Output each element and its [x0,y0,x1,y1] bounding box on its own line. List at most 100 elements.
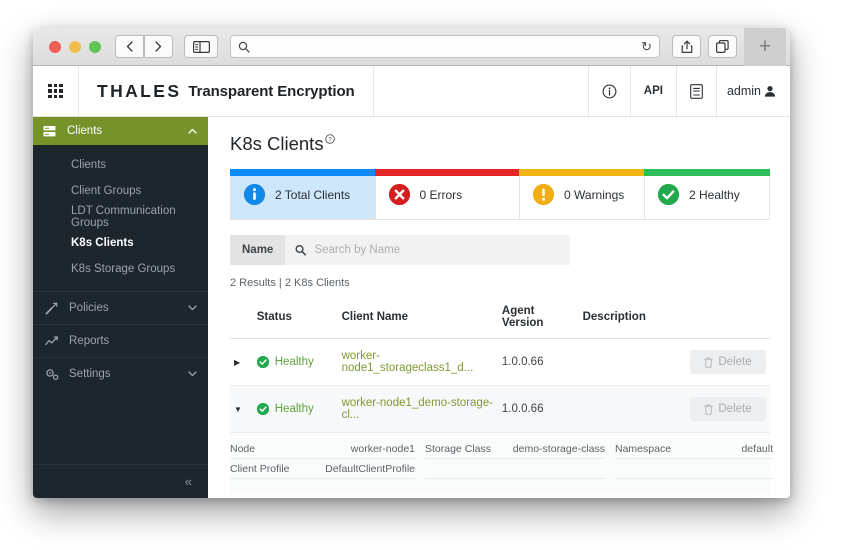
app-switcher-button[interactable] [33,66,79,116]
row-expand-toggle[interactable]: ▼ [230,385,253,433]
sidebar-item-clients[interactable]: Clients [33,152,208,178]
search-input[interactable] [314,244,560,256]
sidebar-section-label: Clients [67,125,103,137]
table-row[interactable]: ▶ Healthy worker-node1_storageclass1_d..… [230,338,770,386]
info-button[interactable] [589,66,631,116]
delete-button[interactable]: Delete [690,350,766,374]
delete-button-label: Delete [718,403,752,415]
maximize-window-button[interactable] [89,40,101,53]
documentation-button[interactable] [677,66,717,116]
sidebar-item-settings[interactable]: Settings [33,357,208,390]
results-count: 2 Results | 2 K8s Clients [230,277,350,289]
page-title: K8s Clients ? [230,133,770,155]
detail-node-value: worker-node1 [350,442,415,455]
policy-icon [45,302,65,315]
brand-logo: THALES Transparent Encryption [79,66,374,116]
info-icon [602,84,617,98]
address-bar[interactable]: ↻ [230,35,660,58]
chevron-up-icon [188,128,197,134]
app-body: Clients Clients Client Groups LDT Commun… [33,117,790,498]
brand-product-name: Transparent Encryption [188,82,355,100]
detail-blank-cell [615,459,773,479]
delete-button-label: Delete [718,356,752,368]
sidebar-item-ldt-communication-groups[interactable]: LDT Communication Groups [33,204,208,230]
healthy-status-icon [256,403,269,415]
status-card-total-clients[interactable]: 2 Total Clients [230,169,376,220]
detail-storage-class-key: Storage Class [425,442,491,455]
chevron-right-icon: ▶ [234,358,241,367]
chevron-left-icon [126,41,133,52]
minimize-window-button[interactable] [69,40,81,53]
svg-text:?: ? [328,136,332,143]
toolbar-right-actions: + [672,28,786,66]
column-description[interactable]: Description [578,298,677,339]
status-cards: 2 Total Clients 0 Errors 0 Warnings 2 He… [230,169,770,220]
sidebar-collapse-button[interactable]: « [33,464,208,498]
share-button[interactable] [672,35,701,58]
table-body: ▶ Healthy worker-node1_storageclass1_d..… [230,338,770,433]
column-agent-version[interactable]: Agent Version [497,298,579,339]
search-bar: Name [230,235,570,265]
user-menu-button[interactable]: admin [717,66,790,116]
close-window-button[interactable] [49,40,61,53]
app-grid-icon [48,83,63,99]
error-badge-icon [388,184,410,205]
card-accent-bar [230,169,376,176]
back-button[interactable] [115,35,144,58]
detail-line-2: Client Profile DefaultClientProfile [230,459,773,479]
chevron-down-icon: ▼ [234,405,242,414]
status-card-warnings[interactable]: 0 Warnings [519,169,645,220]
sidebar-item-k8s-storage-groups[interactable]: K8s Storage Groups [33,256,208,282]
delete-button[interactable]: Delete [690,397,766,421]
chevron-right-icon [155,41,162,52]
detail-node-key: Node [230,442,256,455]
table-row[interactable]: ▼ Healthy worker-node1_demo-storage-cl..… [230,385,770,433]
client-name-link[interactable]: worker-node1_demo-storage-cl... [342,397,494,421]
column-client-name[interactable]: Client Name [337,298,498,339]
row-status-label: Healthy [274,403,314,415]
status-card-total-label: 2 Total Clients [275,187,351,202]
detail-namespace-key: Namespace [615,442,672,455]
trash-icon [704,404,714,415]
show-tabs-button[interactable] [708,35,737,58]
sidebar: Clients Clients Client Groups LDT Commun… [33,117,208,498]
detail-namespace-value: default [741,442,773,455]
warning-badge-icon [533,184,554,205]
detail-namespace: Namespace default [615,439,773,459]
new-tab-button[interactable]: + [744,28,786,66]
card-accent-bar [644,169,770,176]
row-detail-panel: Node worker-node1 Storage Class demo-sto… [230,433,773,495]
status-card-healthy[interactable]: 2 Healthy [644,169,770,220]
status-card-errors[interactable]: 0 Errors [374,169,520,220]
row-expand-toggle[interactable]: ▶ [230,338,253,386]
client-name-link[interactable]: worker-node1_storageclass1_d... [342,350,474,374]
row-client-name[interactable]: worker-node1_demo-storage-cl... [337,385,498,433]
sidebar-section-clients[interactable]: Clients [33,117,208,145]
detail-storage-class: Storage Class demo-storage-class [425,439,605,459]
forward-button[interactable] [144,35,173,58]
row-client-name[interactable]: worker-node1_storageclass1_d... [337,338,498,386]
api-button[interactable]: API [631,66,677,116]
search-icon [295,244,307,256]
gear-icon [45,368,65,381]
column-status[interactable]: Status [252,298,338,339]
row-description [578,338,677,386]
reload-button[interactable]: ↻ [641,39,652,55]
sidebar-toggle-button[interactable] [184,35,218,58]
column-actions [676,298,770,339]
book-icon [690,83,703,99]
help-icon[interactable]: ? [324,134,335,144]
sidebar-item-policies[interactable]: Policies [33,291,208,324]
search-filter-label[interactable]: Name [230,235,286,265]
sidebar-item-k8s-clients[interactable]: K8s Clients [33,230,208,256]
detail-node: Node worker-node1 [230,439,415,459]
row-agent-version: 1.0.0.66 [497,338,579,386]
info-badge-icon [244,184,265,205]
detail-client-profile-value: DefaultClientProfile [325,462,415,475]
sidebar-item-client-groups[interactable]: Client Groups [33,178,208,204]
detail-line-1: Node worker-node1 Storage Class demo-sto… [230,439,773,459]
chart-icon [45,335,65,348]
row-actions: Delete [676,385,770,433]
navigation-buttons [115,35,174,58]
sidebar-item-reports[interactable]: Reports [33,324,208,357]
